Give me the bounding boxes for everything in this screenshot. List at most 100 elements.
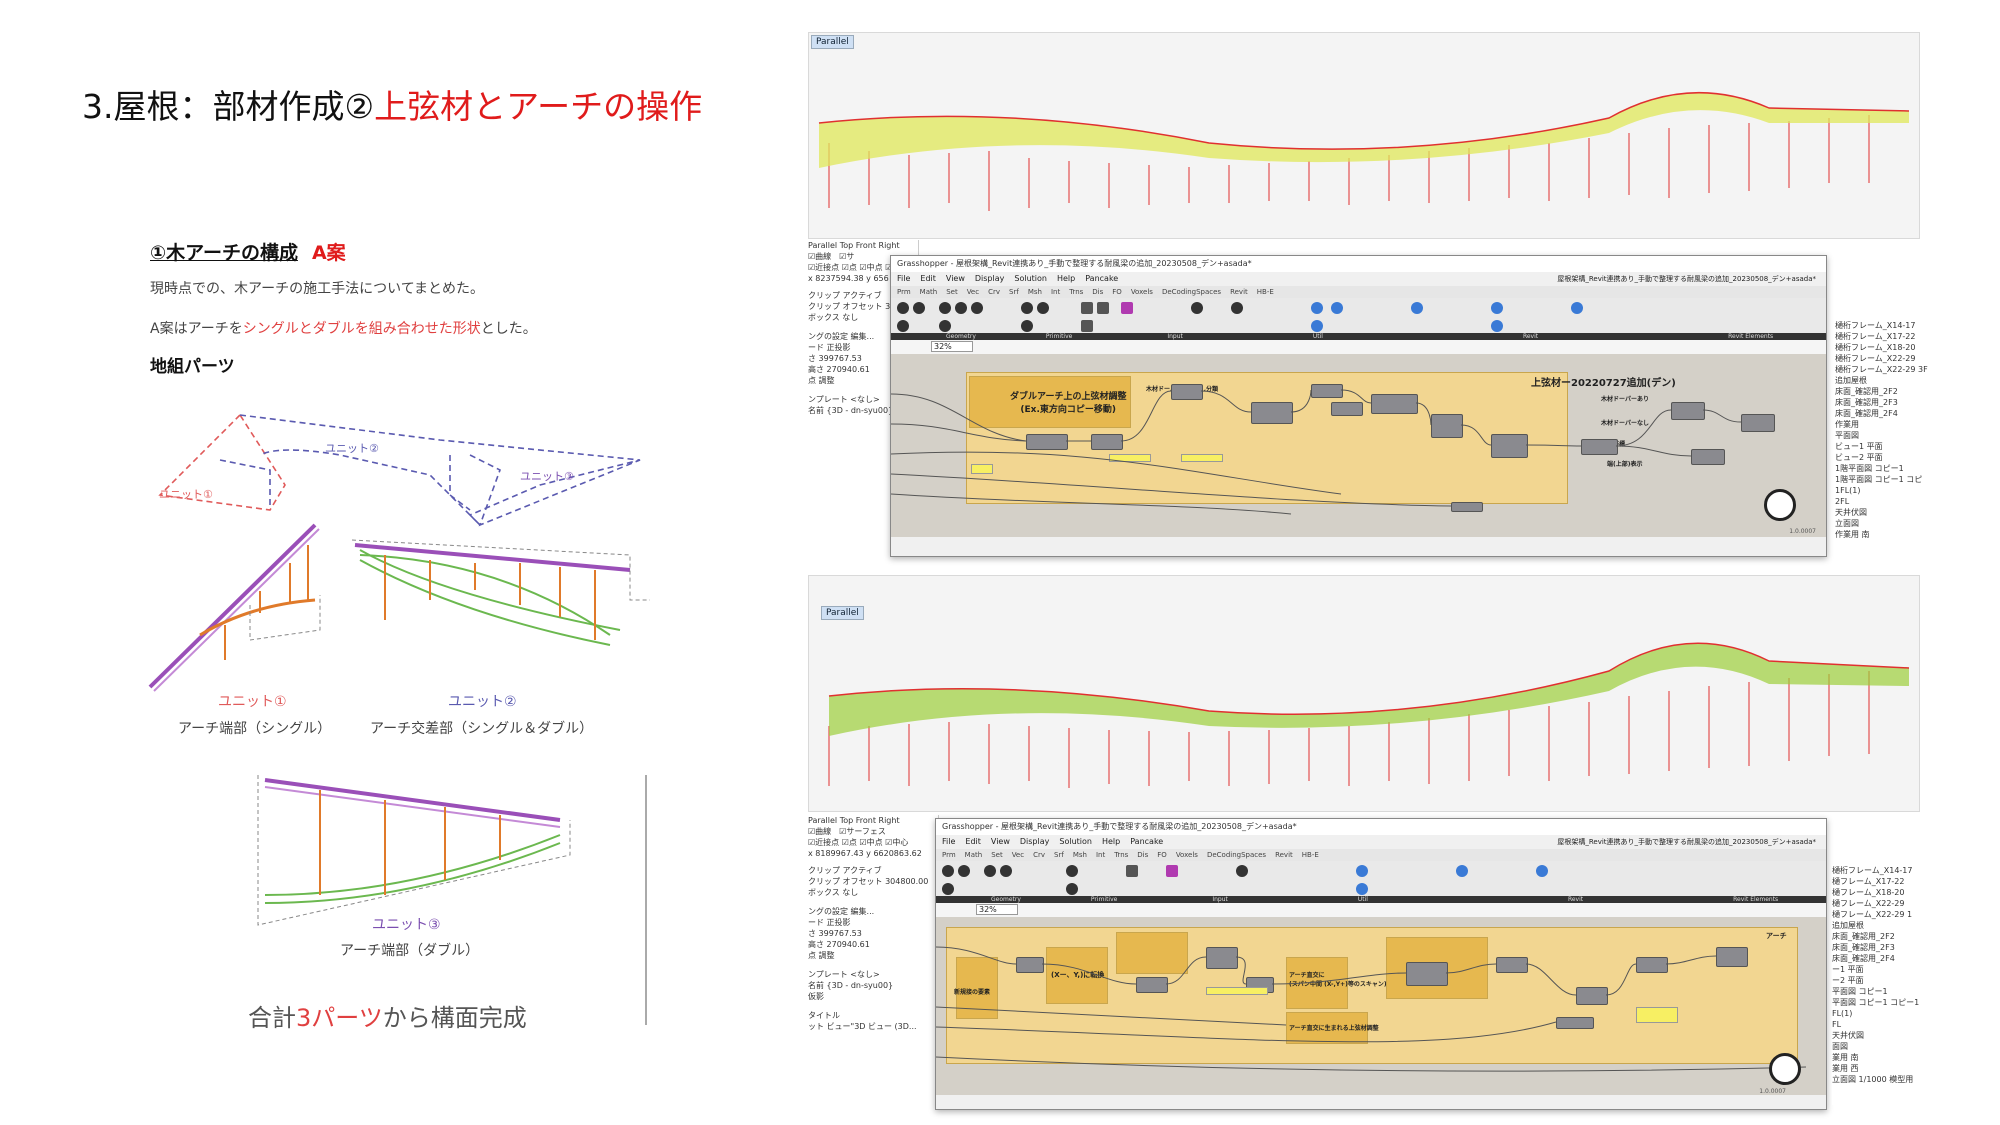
component-icon[interactable] xyxy=(1000,865,1012,877)
tab-decoding[interactable]: DeCodingSpaces xyxy=(1207,851,1266,859)
tab-fo[interactable]: FO xyxy=(1112,288,1122,296)
component-icon[interactable] xyxy=(971,302,983,314)
browser-item[interactable]: 天井伏図 xyxy=(1835,507,1935,518)
menu-help[interactable]: Help xyxy=(1057,274,1075,283)
component-icon[interactable] xyxy=(939,320,951,332)
zoom-field[interactable]: 32% xyxy=(931,341,973,352)
rhino-tabs-bottom[interactable]: Parallel Top Front Right xyxy=(808,815,938,826)
component-icon[interactable] xyxy=(1121,302,1133,314)
component-icon[interactable] xyxy=(1021,302,1033,314)
tab-hbe[interactable]: HB-E xyxy=(1257,288,1274,296)
browser-item[interactable]: 1階平面図 コピー1 コピ xyxy=(1835,474,1935,485)
browser-item[interactable]: 床面_確認用_2F3 xyxy=(1835,397,1935,408)
tab-decoding[interactable]: DeCodingSpaces xyxy=(1162,288,1221,296)
browser-item[interactable]: 天井伏図 xyxy=(1832,1030,1937,1041)
tab-crv[interactable]: Crv xyxy=(1033,851,1045,859)
viewport-tag-bottom[interactable]: Parallel xyxy=(821,606,864,620)
component-icon[interactable] xyxy=(1126,865,1138,877)
browser-item[interactable]: 作業用 南 xyxy=(1835,529,1935,540)
tab-math[interactable]: Math xyxy=(965,851,983,859)
component-icon[interactable] xyxy=(1066,883,1078,895)
browser-item[interactable]: 床面_確認用_2F4 xyxy=(1832,953,1937,964)
tab-hbe[interactable]: HB-E xyxy=(1302,851,1319,859)
tab-voxels[interactable]: Voxels xyxy=(1176,851,1198,859)
component-icon[interactable] xyxy=(1081,302,1093,314)
browser-item[interactable]: 床面_確認用_2F2 xyxy=(1832,931,1937,942)
component-icon[interactable] xyxy=(1411,302,1423,314)
component-icon[interactable] xyxy=(1191,302,1203,314)
menu-pancake[interactable]: Pancake xyxy=(1130,837,1163,846)
browser-item[interactable]: 樋桁フレーム_X14-17 xyxy=(1835,320,1935,331)
tab-msh[interactable]: Msh xyxy=(1073,851,1087,859)
component-icon[interactable] xyxy=(897,320,909,332)
component-icon[interactable] xyxy=(1021,320,1033,332)
zoom-field[interactable]: 32% xyxy=(976,904,1018,915)
tab-dis[interactable]: Dis xyxy=(1137,851,1148,859)
rhino-checks-bottom[interactable]: ☑曲線 ☑サーフェス xyxy=(808,826,938,837)
menu-file[interactable]: File xyxy=(942,837,955,846)
component-icon[interactable] xyxy=(1536,865,1548,877)
component-icon[interactable] xyxy=(1066,865,1078,877)
tab-math[interactable]: Math xyxy=(920,288,938,296)
browser-item[interactable]: 樋フレーム_X22-29 xyxy=(1832,898,1937,909)
menu-file[interactable]: File xyxy=(897,274,910,283)
tab-fo[interactable]: FO xyxy=(1157,851,1167,859)
gh-canvas-top[interactable]: ダブルアーチ上の上弦材調整 (Ex.東方向コピー移動) 上弦材ー20220727… xyxy=(891,354,1826,537)
browser-item[interactable]: ー2 平面 xyxy=(1832,975,1937,986)
menu-display[interactable]: Display xyxy=(1020,837,1050,846)
tab-vec[interactable]: Vec xyxy=(967,288,979,296)
component-icon[interactable] xyxy=(1236,865,1248,877)
browser-item[interactable]: ー1 平面 xyxy=(1832,964,1937,975)
menu-help[interactable]: Help xyxy=(1102,837,1120,846)
tab-crv[interactable]: Crv xyxy=(988,288,1000,296)
component-icon[interactable] xyxy=(942,865,954,877)
browser-item[interactable]: 追加屋根 xyxy=(1835,375,1935,386)
tab-set[interactable]: Set xyxy=(946,288,958,296)
tab-trns[interactable]: Trns xyxy=(1114,851,1128,859)
browser-item[interactable]: 立面図 1/1000 模型用 xyxy=(1832,1074,1937,1085)
menu-solution[interactable]: Solution xyxy=(1014,274,1047,283)
tab-revit[interactable]: Revit xyxy=(1230,288,1248,296)
tab-revit[interactable]: Revit xyxy=(1275,851,1293,859)
top-viewport[interactable]: Parallel xyxy=(808,32,1920,239)
navigation-dial[interactable] xyxy=(1764,489,1796,521)
tab-prm[interactable]: Prm xyxy=(897,288,911,296)
component-icon[interactable] xyxy=(1311,302,1323,314)
menu-edit[interactable]: Edit xyxy=(965,837,981,846)
tab-int[interactable]: Int xyxy=(1096,851,1105,859)
browser-item[interactable]: 2FL xyxy=(1835,496,1935,507)
component-icon[interactable] xyxy=(897,302,909,314)
browser-item[interactable]: 樋桁フレーム_X22-29 3F xyxy=(1835,364,1935,375)
tab-srf[interactable]: Srf xyxy=(1054,851,1064,859)
component-icon[interactable] xyxy=(913,302,925,314)
browser-item[interactable]: 床面_確認用_2F4 xyxy=(1835,408,1935,419)
browser-item[interactable]: 面図 xyxy=(1832,1041,1937,1052)
browser-item[interactable]: 床面_確認用_2F3 xyxy=(1832,942,1937,953)
tab-srf[interactable]: Srf xyxy=(1009,288,1019,296)
component-icon[interactable] xyxy=(1491,320,1503,332)
component-icon[interactable] xyxy=(1311,320,1323,332)
component-icon[interactable] xyxy=(1081,320,1093,332)
browser-item[interactable]: 業用 西 xyxy=(1832,1063,1937,1074)
menu-edit[interactable]: Edit xyxy=(920,274,936,283)
grasshopper-window-top[interactable]: Grasshopper - 屋根架構_Revit連携あり_手動で整理する耐風梁の… xyxy=(890,255,1827,557)
browser-item[interactable]: 樋桁フレーム_X14-17 xyxy=(1832,865,1937,876)
browser-item[interactable]: 樋フレーム_X22-29 1 xyxy=(1832,909,1937,920)
browser-item[interactable]: 樋フレーム_X17-22 xyxy=(1832,876,1937,887)
browser-item[interactable]: 樋桁フレーム_X22-29 xyxy=(1835,353,1935,364)
menu-solution[interactable]: Solution xyxy=(1059,837,1092,846)
rhino-snap-bottom[interactable]: ☑近接点 ☑点 ☑中点 ☑中心 xyxy=(808,837,938,848)
component-icon[interactable] xyxy=(1037,302,1049,314)
menu-pancake[interactable]: Pancake xyxy=(1085,274,1118,283)
browser-item[interactable]: 追加屋根 xyxy=(1832,920,1937,931)
tab-vec[interactable]: Vec xyxy=(1012,851,1024,859)
browser-item[interactable]: 作業用 xyxy=(1835,419,1935,430)
browser-item[interactable]: 平面図 コピー1 xyxy=(1832,986,1937,997)
component-icon[interactable] xyxy=(1097,302,1109,314)
component-icon[interactable] xyxy=(1456,865,1468,877)
component-icon[interactable] xyxy=(1356,865,1368,877)
component-icon[interactable] xyxy=(939,302,951,314)
menu-view[interactable]: View xyxy=(991,837,1010,846)
tab-voxels[interactable]: Voxels xyxy=(1131,288,1153,296)
browser-item[interactable]: 樋桁フレーム_X17-22 xyxy=(1835,331,1935,342)
